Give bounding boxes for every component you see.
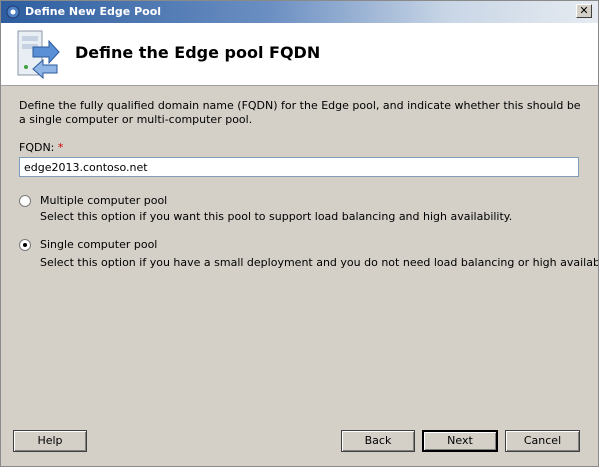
server-arrow-icon — [17, 30, 60, 79]
multiple-computer-pool-radio[interactable] — [19, 195, 31, 207]
fqdn-input[interactable] — [19, 157, 579, 177]
dialog-window: Define New Edge Pool ✕ Define the Edge p… — [0, 0, 599, 467]
app-gear-icon — [6, 5, 20, 19]
window-title: Define New Edge Pool — [25, 5, 162, 18]
close-button[interactable]: ✕ — [576, 4, 592, 18]
single-computer-pool-radio[interactable] — [19, 239, 31, 251]
help-button[interactable]: Help — [13, 430, 87, 452]
single-computer-pool-label[interactable]: Single computer pool — [40, 238, 157, 251]
fqdn-label-text: FQDN: — [19, 141, 55, 154]
cancel-button[interactable]: Cancel — [505, 430, 580, 452]
next-button[interactable]: Next — [422, 430, 498, 452]
fqdn-label: FQDN: * — [19, 141, 63, 154]
multiple-computer-pool-label[interactable]: Multiple computer pool — [40, 194, 167, 207]
page-title: Define the Edge pool FQDN — [75, 43, 321, 62]
close-icon: ✕ — [579, 4, 589, 17]
multiple-computer-pool-description: Select this option if you want this pool… — [40, 210, 513, 223]
wizard-header: Define the Edge pool FQDN — [1, 23, 598, 86]
back-button[interactable]: Back — [341, 430, 415, 452]
required-marker: * — [57, 141, 64, 154]
title-bar[interactable]: Define New Edge Pool ✕ — [1, 1, 598, 23]
page-description: Define the fully qualified domain name (… — [19, 99, 581, 126]
single-computer-pool-description: Select this option if you have a small d… — [40, 256, 599, 269]
